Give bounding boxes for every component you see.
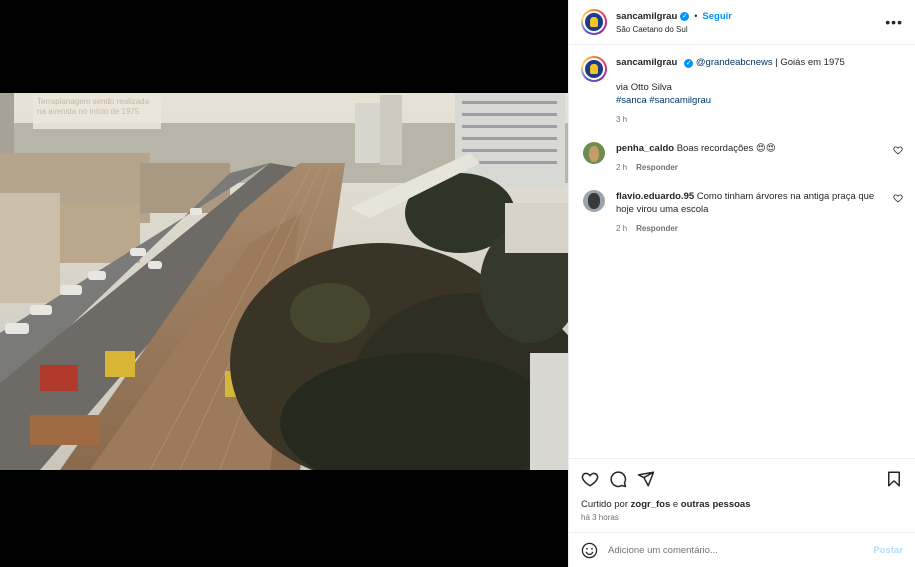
location-link[interactable]: São Caetano do Sul bbox=[616, 25, 885, 34]
mention-link[interactable]: @grandeabcnews bbox=[696, 57, 773, 68]
post-timestamp: há 3 horas bbox=[581, 513, 619, 522]
caption-hashtags[interactable]: #sanca #sancamilgrau bbox=[616, 94, 903, 107]
post-header: sancamilgrau ✓ • Seguir São Caetano do S… bbox=[569, 0, 915, 45]
more-options-icon[interactable]: ••• bbox=[885, 14, 903, 30]
caption-text: | Goiás em 1975 bbox=[772, 57, 845, 68]
post-comment-button[interactable]: Postar bbox=[873, 545, 903, 556]
action-bar bbox=[569, 458, 915, 498]
comment-item: flavio.eduardo.95 Como tinham árvores na… bbox=[581, 190, 903, 235]
likes-user[interactable]: zogr_fos bbox=[631, 499, 671, 510]
emoji-icon[interactable] bbox=[581, 542, 598, 559]
photo-caption-overlay: Terraplanagem sendo realizada na avenida… bbox=[33, 95, 161, 129]
comment-bubble-icon[interactable] bbox=[609, 470, 627, 488]
verified-badge-icon: ✓ bbox=[684, 59, 694, 68]
caption-time: 3 h bbox=[616, 115, 628, 124]
reply-button[interactable]: Responder bbox=[636, 163, 678, 172]
comment-input[interactable] bbox=[608, 544, 874, 556]
caption-author-avatar[interactable] bbox=[581, 56, 607, 82]
caption-credit: via Otto Silva bbox=[616, 82, 672, 93]
comment-like-icon[interactable] bbox=[893, 193, 903, 203]
post-container: Terraplanagem sendo realizada na avenida… bbox=[0, 0, 915, 567]
reply-button[interactable]: Responder bbox=[636, 224, 678, 233]
verified-badge-icon: ✓ bbox=[680, 11, 690, 21]
share-send-icon[interactable] bbox=[637, 470, 655, 488]
author-avatar[interactable] bbox=[581, 9, 607, 35]
likes-middle: e bbox=[670, 499, 681, 510]
media-area: Terraplanagem sendo realizada na avenida… bbox=[0, 0, 568, 567]
comment-time: 2 h bbox=[616, 224, 628, 233]
comment-like-icon[interactable] bbox=[893, 145, 903, 155]
commenter-avatar[interactable] bbox=[583, 142, 605, 164]
comments-feed[interactable]: sancamilgrau ✓ @grandeabcnews | Goiás em … bbox=[569, 46, 915, 457]
caption: sancamilgrau ✓ @grandeabcnews | Goiás em … bbox=[581, 56, 903, 126]
separator-dot: • bbox=[694, 11, 698, 21]
commenter-username[interactable]: flavio.eduardo.95 bbox=[616, 191, 694, 202]
likes-others[interactable]: outras pessoas bbox=[681, 499, 751, 510]
follow-button[interactable]: Seguir bbox=[702, 11, 732, 22]
comment-text: Boas recordações 😍😍 bbox=[676, 143, 776, 154]
comment-item: penha_caldo Boas recordações 😍😍 2 h Respo… bbox=[581, 142, 903, 174]
likes-prefix: Curtido por bbox=[581, 499, 631, 510]
add-comment-bar: Postar bbox=[569, 532, 915, 567]
post-sidebar: sancamilgrau ✓ • Seguir São Caetano do S… bbox=[568, 0, 915, 567]
caption-username[interactable]: sancamilgrau bbox=[616, 57, 677, 68]
commenter-username[interactable]: penha_caldo bbox=[616, 143, 674, 154]
post-photo[interactable] bbox=[0, 93, 568, 470]
author-username[interactable]: sancamilgrau bbox=[616, 11, 677, 22]
like-heart-icon[interactable] bbox=[581, 470, 599, 488]
comment-time: 2 h bbox=[616, 163, 628, 172]
aerial-photo-illustration bbox=[0, 93, 568, 470]
likes-summary[interactable]: Curtido por zogr_fos e outras pessoas bbox=[581, 499, 751, 510]
commenter-avatar[interactable] bbox=[583, 190, 605, 212]
save-bookmark-icon[interactable] bbox=[885, 470, 903, 488]
